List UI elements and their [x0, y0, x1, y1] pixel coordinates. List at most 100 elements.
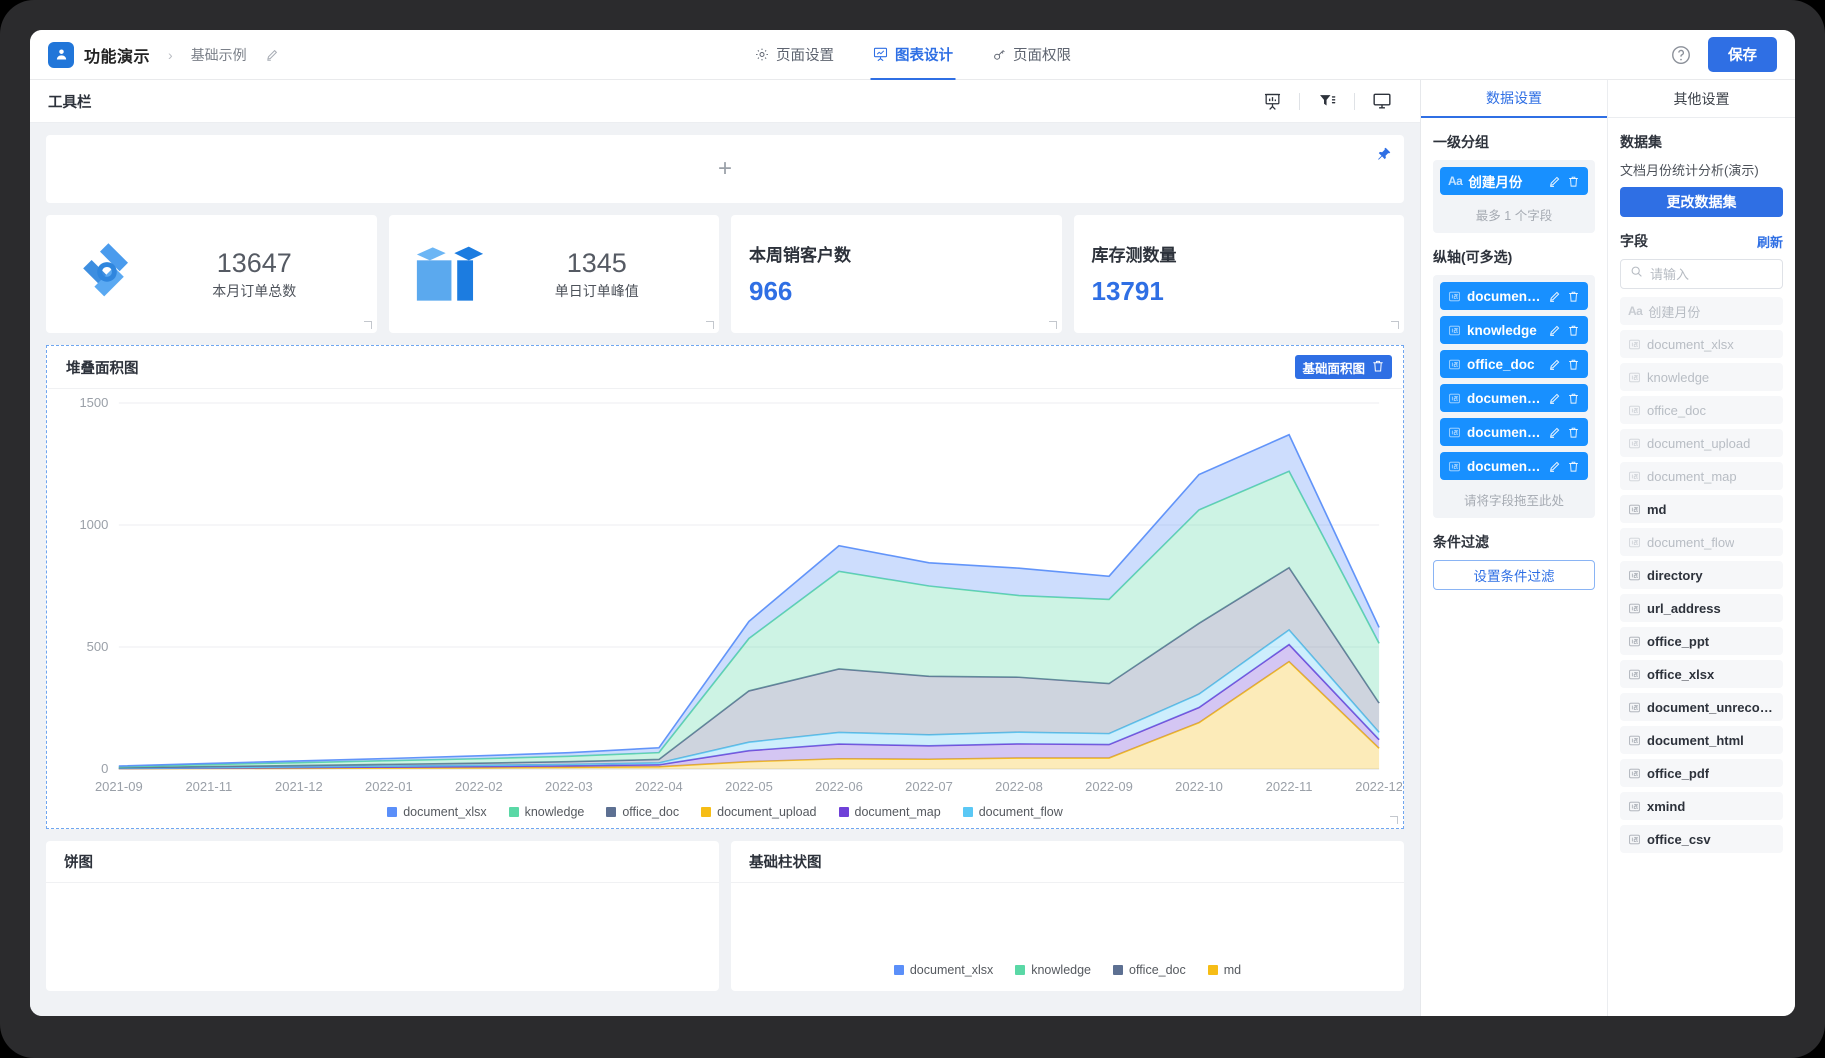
pencil-icon[interactable] [1548, 358, 1561, 371]
field-list-item[interactable]: url_address [1620, 594, 1783, 622]
legend-item[interactable]: document_xlsx [387, 805, 487, 819]
field-list-item[interactable]: office_csv [1620, 825, 1783, 853]
x-axis-tick-label: 2022-10 [1175, 779, 1223, 794]
legend-item[interactable]: document_upload [701, 805, 817, 819]
kpi-card-weekly-customers[interactable]: 本周销客户数 966 [731, 215, 1062, 333]
legend-item[interactable]: document_map [838, 805, 941, 819]
field-list-item[interactable]: md [1620, 495, 1783, 523]
legend-item[interactable]: document_xlsx [893, 963, 993, 977]
yaxis-field-chip[interactable]: document_... [1440, 384, 1588, 412]
field-list-item[interactable]: document_xlsx [1620, 330, 1783, 358]
other-settings-body: 数据集 文档月份统计分析(演示) 更改数据集 字段 刷新 请输入 Aa 创建月份… [1608, 118, 1795, 1016]
bar-chart-widget[interactable]: 基础柱状图 document_xlsx knowledge office_doc md [731, 841, 1404, 991]
pencil-icon[interactable] [265, 48, 279, 62]
trash-icon[interactable] [1567, 358, 1580, 371]
field-list-item[interactable]: office_ppt [1620, 627, 1783, 655]
field-list-item[interactable]: knowledge [1620, 363, 1783, 391]
field-list-item[interactable]: office_pdf [1620, 759, 1783, 787]
tab-data-settings[interactable]: 数据设置 [1421, 80, 1607, 118]
save-button[interactable]: 保存 [1708, 37, 1777, 72]
group-field-chip[interactable]: Aa 创建月份 [1440, 167, 1588, 195]
field-list-item[interactable]: document_upload [1620, 429, 1783, 457]
field-list-item[interactable]: office_xlsx [1620, 660, 1783, 688]
field-list-item[interactable]: document_map [1620, 462, 1783, 490]
resize-handle[interactable] [1391, 321, 1399, 329]
trash-icon[interactable] [1567, 460, 1580, 473]
tab-other-settings[interactable]: 其他设置 [1608, 80, 1795, 118]
legend-item[interactable]: knowledge [508, 805, 584, 819]
field-search-box[interactable] [1620, 259, 1795, 289]
add-widget-dropzone[interactable]: + [46, 135, 1404, 203]
number-field-icon [1628, 338, 1641, 351]
group-dropzone[interactable]: Aa 创建月份 最多 1 个字段 [1433, 160, 1595, 233]
field-search-input[interactable] [1650, 266, 1795, 282]
yaxis-field-chip[interactable]: knowledge [1440, 316, 1588, 344]
refresh-fields-button[interactable]: 刷新 [1757, 232, 1783, 251]
change-dataset-button[interactable]: 更改数据集 [1620, 187, 1783, 217]
field-list-item[interactable]: document_html [1620, 726, 1783, 754]
kpi-card-monthly-orders[interactable]: 13647 本月订单总数 [46, 215, 377, 333]
plus-icon[interactable]: + [718, 157, 732, 181]
trash-icon[interactable] [1567, 426, 1580, 439]
trash-icon[interactable] [1567, 290, 1580, 303]
help-icon[interactable] [1670, 44, 1692, 66]
trash-icon[interactable] [1371, 359, 1385, 376]
legend-swatch [701, 807, 712, 817]
trash-icon[interactable] [1567, 324, 1580, 337]
legend-item[interactable]: office_doc [606, 805, 679, 819]
field-list-item[interactable]: Aa 创建月份 [1620, 297, 1783, 325]
pie-chart-widget[interactable]: 饼图 [46, 841, 719, 991]
set-condition-filter-button[interactable]: 设置条件过滤 [1433, 560, 1595, 590]
field-list-item[interactable]: document_flow [1620, 528, 1783, 556]
tab-page-permissions[interactable]: 页面权限 [989, 30, 1073, 80]
field-list-item[interactable]: xmind [1620, 792, 1783, 820]
yaxis-field-chip[interactable]: document_... [1440, 282, 1588, 310]
yaxis-field-chip[interactable]: document_... [1440, 418, 1588, 446]
field-label: document_upload [1647, 435, 1751, 451]
monitor-icon[interactable] [1362, 88, 1402, 114]
number-field-icon [1628, 404, 1641, 417]
field-list-item[interactable]: document_unrecog... [1620, 693, 1783, 721]
x-axis-tick-label: 2021-09 [95, 779, 143, 794]
trash-icon[interactable] [1567, 175, 1580, 188]
pencil-icon[interactable] [1548, 392, 1561, 405]
legend-label: document_upload [717, 805, 817, 819]
pencil-icon[interactable] [1548, 460, 1561, 473]
chart-plot-area: 0 500 1000 1500 2021-09 2021-11 2021-12 2022-01… [48, 389, 1402, 827]
stacked-area-chart-widget[interactable]: 堆叠面积图 基础面积图 0 500 1000 1500 2021-09 2021-11 20… [46, 345, 1404, 829]
filter-icon[interactable] [1307, 88, 1347, 114]
legend-item[interactable]: md [1207, 963, 1241, 977]
yaxis-dropzone[interactable]: document_... knowledge office_doc document_… [1433, 275, 1595, 518]
trash-icon[interactable] [1567, 392, 1580, 405]
legend-item[interactable]: document_flow [962, 805, 1063, 819]
legend-item[interactable]: knowledge [1015, 963, 1091, 977]
presentation-icon[interactable] [1252, 88, 1292, 114]
breadcrumb-page-name[interactable]: 基础示例 [191, 45, 247, 65]
x-axis-tick-label: 2022-03 [545, 779, 593, 794]
field-list-item[interactable]: office_doc [1620, 396, 1783, 424]
kpi-caption: 本月订单总数 [212, 282, 297, 299]
yaxis-field-chip[interactable]: office_doc [1440, 350, 1588, 378]
screen: 功能演示 › 基础示例 页面设置 图表设计 页面权限 保存 工具栏 + 1364… [30, 30, 1795, 1016]
resize-handle[interactable] [363, 321, 372, 329]
field-list-item[interactable]: directory [1620, 561, 1783, 589]
tab-chart-design[interactable]: 图表设计 [870, 30, 955, 80]
resize-handle[interactable] [1390, 816, 1398, 824]
legend-item[interactable]: office_doc [1113, 963, 1186, 977]
yaxis-field-chip-hint: 请将字段拖至此处 [1463, 494, 1564, 508]
chart-board-icon [872, 46, 888, 62]
pin-icon[interactable] [1376, 146, 1392, 162]
pencil-icon[interactable] [1548, 426, 1561, 439]
tab-page-settings[interactable]: 页面设置 [752, 30, 836, 80]
resize-handle[interactable] [706, 321, 714, 329]
pencil-icon[interactable] [1548, 324, 1561, 337]
yaxis-field-chip[interactable]: document_... [1440, 452, 1588, 480]
resize-handle[interactable] [1048, 321, 1057, 329]
pencil-icon[interactable] [1548, 290, 1561, 303]
kpi-card-daily-peak[interactable]: 1345 单日订单峰值 [388, 215, 719, 333]
kpi-card-inventory[interactable]: 库存测数量 13791 [1073, 215, 1404, 333]
pencil-icon[interactable] [1548, 175, 1561, 188]
chart-type-tag[interactable]: 基础面积图 [1295, 355, 1392, 379]
widget-title: 堆叠面积图 [66, 361, 139, 377]
tab-label: 页面设置 [776, 47, 834, 64]
